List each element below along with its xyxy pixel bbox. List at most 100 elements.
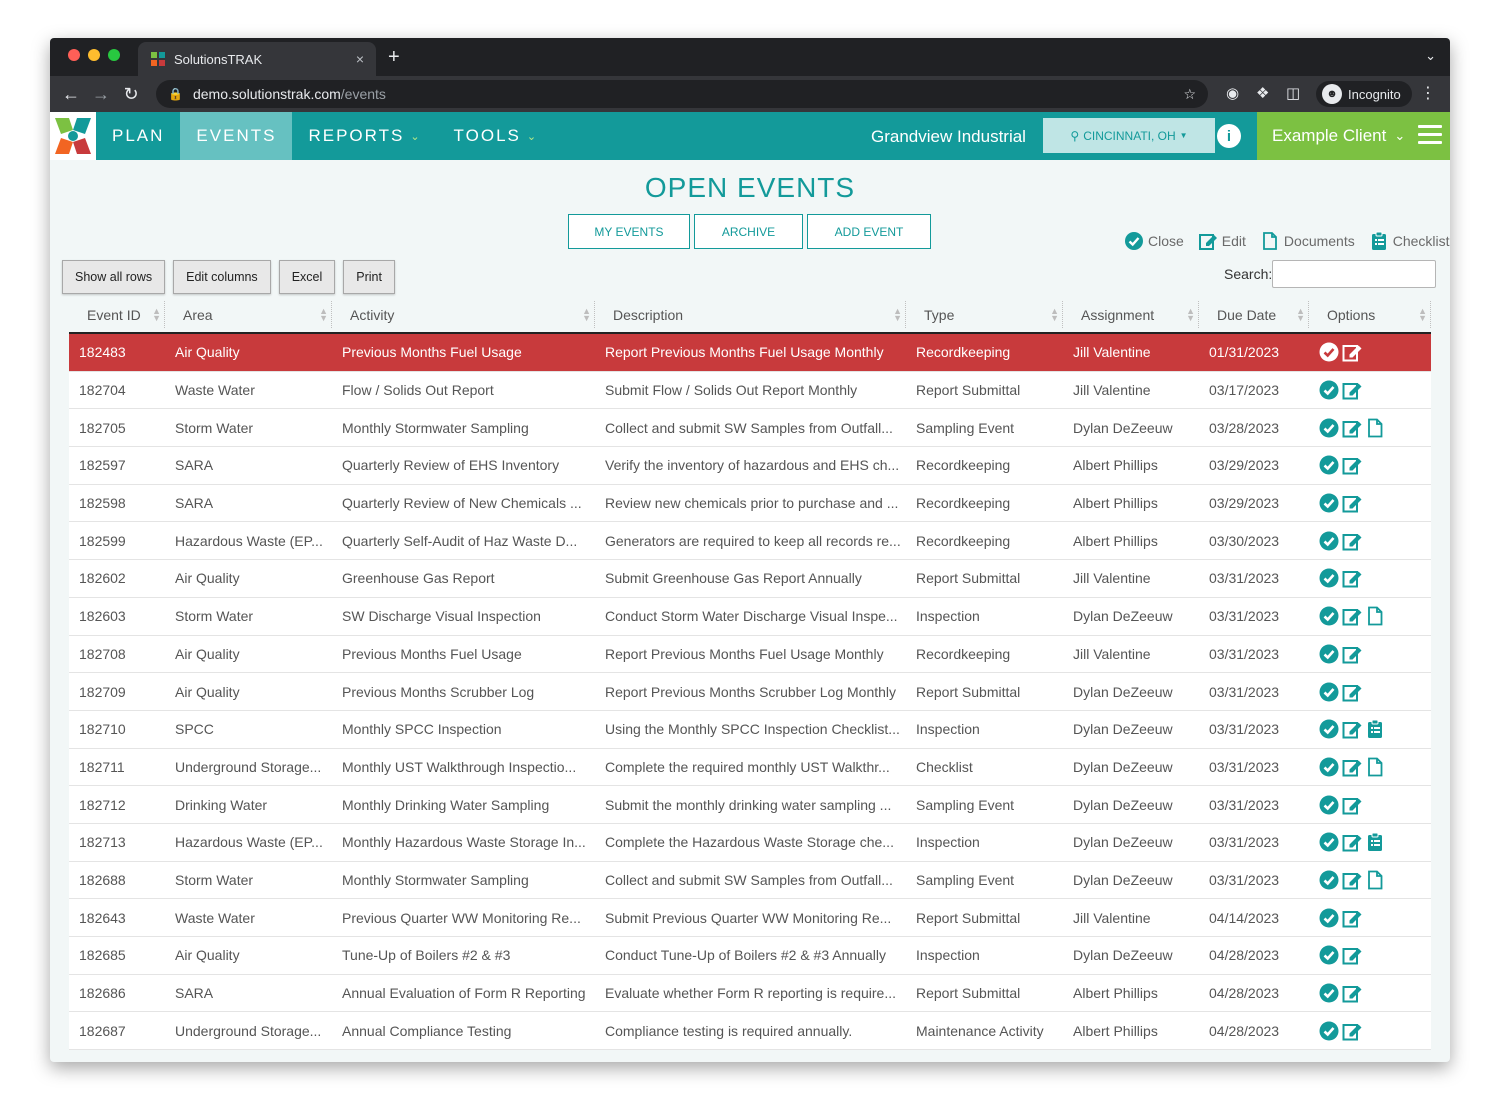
search-input[interactable] (1272, 260, 1436, 288)
document-icon[interactable] (1365, 418, 1385, 438)
edit-icon[interactable] (1342, 644, 1362, 664)
check-circle-icon[interactable] (1319, 568, 1339, 588)
nav-plan[interactable]: PLAN (96, 112, 180, 160)
column-header-area[interactable]: Area ▲ ▼ (165, 297, 332, 332)
check-circle-icon[interactable] (1319, 757, 1339, 777)
table-row[interactable]: 182685 Air Quality Tune-Up of Boilers #2 &… (69, 937, 1431, 975)
close-window-button[interactable] (68, 49, 80, 61)
edit-icon[interactable] (1342, 493, 1362, 513)
browser-tab[interactable]: SolutionsTRAK × (138, 42, 376, 76)
edit-icon[interactable] (1342, 606, 1362, 626)
table-row[interactable]: 182483 Air Quality Previous Months Fuel Us… (69, 334, 1431, 372)
edit-icon[interactable] (1342, 568, 1362, 588)
new-tab-button[interactable]: + (388, 46, 400, 69)
add-event-button[interactable]: ADD EVENT (807, 214, 931, 249)
solutionstrak-logo[interactable] (50, 112, 96, 160)
edit-icon[interactable] (1342, 1021, 1362, 1041)
reload-icon[interactable]: ↻ (116, 84, 146, 105)
edit-icon[interactable] (1342, 418, 1362, 438)
table-row[interactable]: 182643 Waste Water Previous Quarter WW Mon… (69, 899, 1431, 937)
check-circle-icon[interactable] (1319, 644, 1339, 664)
edit-columns-button[interactable]: Edit columns (173, 260, 271, 294)
edit-icon[interactable] (1342, 832, 1362, 852)
back-arrow-icon[interactable]: ← (56, 84, 86, 105)
table-row[interactable]: 182599 Hazardous Waste (EP... Quarterly Se… (69, 522, 1431, 561)
extension-globe-icon[interactable]: ◉ (1226, 84, 1239, 102)
column-header-type[interactable]: Type ▲ ▼ (906, 297, 1063, 332)
table-row[interactable]: 182704 Waste Water Flow / Solids Out Repor… (69, 371, 1431, 410)
edit-icon[interactable] (1342, 908, 1362, 928)
table-row[interactable]: 182598 SARA Quarterly Review of New Chemic… (69, 484, 1431, 523)
clipboard-list-icon[interactable] (1365, 832, 1385, 852)
check-circle-icon[interactable] (1319, 455, 1339, 475)
puzzle-extensions-icon[interactable]: ❖ (1256, 84, 1269, 102)
column-header-description[interactable]: Description ▲ ▼ (595, 297, 906, 332)
edit-icon[interactable] (1342, 757, 1362, 777)
check-circle-icon[interactable] (1319, 493, 1339, 513)
print-button[interactable]: Print (343, 260, 395, 294)
table-row[interactable]: 182686 SARA Annual Evaluation of Form R Re… (69, 974, 1431, 1013)
column-header-event-id[interactable]: Event ID ▲ ▼ (69, 297, 165, 332)
forward-arrow-icon[interactable]: → (86, 84, 116, 105)
column-header-options[interactable]: Options ▲ ▼ (1309, 297, 1431, 332)
table-row[interactable]: 182709 Air Quality Previous Months Scrubbe… (69, 673, 1431, 711)
edit-icon[interactable] (1342, 455, 1362, 475)
nav-events[interactable]: EVENTS (180, 112, 293, 160)
edit-icon[interactable] (1342, 983, 1362, 1003)
check-circle-icon[interactable] (1319, 342, 1339, 362)
edit-icon[interactable] (1342, 795, 1362, 815)
location-dropdown[interactable]: ⚲ CINCINNATI, OH ▼ (1043, 118, 1215, 153)
document-icon[interactable] (1365, 606, 1385, 626)
check-circle-icon[interactable] (1319, 945, 1339, 965)
edit-icon[interactable] (1342, 870, 1362, 890)
minimize-window-button[interactable] (88, 49, 100, 61)
incognito-badge[interactable]: ☻ Incognito (1316, 81, 1412, 107)
check-circle-icon[interactable] (1319, 1021, 1339, 1041)
nav-tools[interactable]: TOOLS ⌄ (438, 112, 555, 160)
check-circle-icon[interactable] (1319, 795, 1339, 815)
edit-icon[interactable] (1342, 945, 1362, 965)
check-circle-icon[interactable] (1319, 682, 1339, 702)
edit-icon[interactable] (1342, 682, 1362, 702)
check-circle-icon[interactable] (1319, 908, 1339, 928)
check-circle-icon[interactable] (1319, 870, 1339, 890)
edit-icon[interactable] (1342, 342, 1362, 362)
table-row[interactable]: 182597 SARA Quarterly Review of EHS Invent… (69, 447, 1431, 485)
maximize-window-button[interactable] (108, 49, 120, 61)
bookmark-star-icon[interactable]: ☆ (1183, 86, 1196, 103)
check-circle-icon[interactable] (1319, 418, 1339, 438)
url-bar[interactable]: 🔒 demo.solutionstrak.com/events ☆ (156, 80, 1208, 108)
table-row[interactable]: 182711 Underground Storage... Monthly UST … (69, 748, 1431, 787)
table-row[interactable]: 182687 Underground Storage... Annual Compl… (69, 1012, 1431, 1051)
table-row[interactable]: 182705 Storm Water Monthly Stormwater Samp… (69, 409, 1431, 448)
edit-icon[interactable] (1342, 531, 1362, 551)
check-circle-icon[interactable] (1319, 380, 1339, 400)
column-header-assignment[interactable]: Assignment ▲ ▼ (1063, 297, 1199, 332)
check-circle-icon[interactable] (1319, 832, 1339, 852)
info-icon[interactable]: i (1217, 124, 1241, 148)
document-icon[interactable] (1365, 870, 1385, 890)
edit-icon[interactable] (1342, 380, 1362, 400)
side-panel-icon[interactable]: ◫ (1286, 84, 1300, 102)
table-row[interactable]: 182602 Air Quality Greenhouse Gas Report Su… (69, 560, 1431, 598)
hamburger-menu-icon[interactable] (1418, 125, 1442, 149)
edit-icon[interactable] (1342, 719, 1362, 739)
clipboard-list-icon[interactable] (1365, 719, 1385, 739)
table-row[interactable]: 182603 Storm Water SW Discharge Visual Ins… (69, 597, 1431, 636)
column-header-activity[interactable]: Activity ▲ ▼ (332, 297, 595, 332)
tab-close-icon[interactable]: × (356, 51, 364, 67)
table-row[interactable]: 182713 Hazardous Waste (EP... Monthly Haza… (69, 823, 1431, 862)
column-header-due-date[interactable]: Due Date ▲ ▼ (1199, 297, 1309, 332)
excel-button[interactable]: Excel (278, 260, 336, 294)
my-events-button[interactable]: MY EVENTS (568, 214, 690, 249)
nav-reports[interactable]: REPORTS ⌄ (292, 112, 437, 160)
show-all-rows-button[interactable]: Show all rows (62, 260, 166, 294)
check-circle-icon[interactable] (1319, 531, 1339, 551)
table-row[interactable]: 182688 Storm Water Monthly Stormwater Samp… (69, 861, 1431, 900)
check-circle-icon[interactable] (1319, 606, 1339, 626)
table-row[interactable]: 182708 Air Quality Previous Months Fuel Us… (69, 635, 1431, 674)
browser-menu-icon[interactable]: ⋮ (1420, 83, 1436, 103)
client-selector[interactable]: Example Client ⌄ (1257, 112, 1450, 160)
check-circle-icon[interactable] (1319, 983, 1339, 1003)
table-row[interactable]: 182712 Drinking Water Monthly Drinking Wat… (69, 786, 1431, 824)
